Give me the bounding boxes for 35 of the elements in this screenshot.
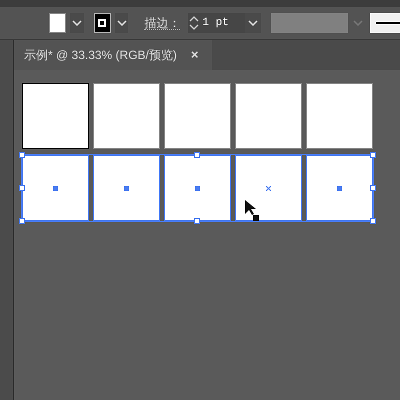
line-style-swatch-icon[interactable] <box>370 13 400 33</box>
stroke-swatch-icon[interactable] <box>94 13 111 33</box>
selection-handle[interactable] <box>370 218 376 224</box>
fill-swatch[interactable] <box>49 13 66 33</box>
stroke-weight-field[interactable]: 1 pt <box>188 13 262 33</box>
center-point-icon <box>195 186 200 190</box>
artboard <box>164 83 231 149</box>
selection-handle[interactable] <box>19 185 25 191</box>
chevron-down-icon <box>72 20 82 26</box>
selection-handle[interactable] <box>370 152 376 158</box>
fill-dropdown-button[interactable] <box>70 13 84 33</box>
center-point-icon <box>124 186 129 190</box>
stepper-icon[interactable] <box>188 15 200 31</box>
selection-handle[interactable] <box>194 152 200 158</box>
selection-handle[interactable] <box>19 152 25 158</box>
selection-handle[interactable] <box>194 218 200 224</box>
cross-icon <box>266 186 271 190</box>
chevron-down-icon <box>353 20 364 26</box>
artboard <box>306 83 373 149</box>
chevron-down-icon <box>248 20 258 26</box>
artboard <box>22 83 89 149</box>
center-point-icon <box>337 186 342 190</box>
cursor-icon <box>244 199 260 221</box>
artboard <box>235 83 302 149</box>
stroke-label: 描边： <box>144 16 180 30</box>
close-button[interactable]: × <box>190 45 198 65</box>
chevron-down-icon <box>116 20 127 26</box>
artboard <box>93 83 160 149</box>
center-point-icon <box>53 186 58 190</box>
stroke-weight-value: 1 pt <box>201 16 230 31</box>
selection-handle[interactable] <box>370 185 376 191</box>
document-tab[interactable]: 示例* @ 33.33% (RGB/预览) × <box>14 40 212 70</box>
stroke-weight-dropdown-button[interactable] <box>245 13 262 33</box>
stroke-dropdown-button[interactable] <box>114 13 128 33</box>
selection-handle[interactable] <box>19 218 25 224</box>
